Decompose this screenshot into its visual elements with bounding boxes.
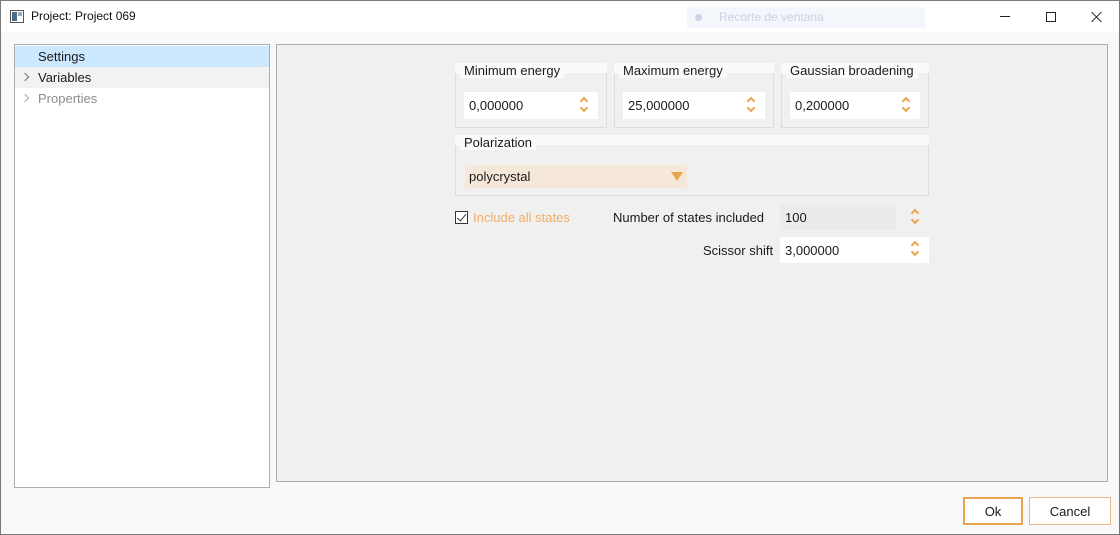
chevron-down-icon[interactable] xyxy=(910,215,920,225)
tree-item-properties[interactable]: Properties xyxy=(15,88,269,109)
dropdown-arrow-icon[interactable] xyxy=(671,172,683,181)
tree-item-settings[interactable]: Settings xyxy=(15,46,269,67)
settings-panel: Minimum energy 0,000000 Maximum energy 2… xyxy=(276,44,1108,482)
window-title: Project: Project 069 xyxy=(31,9,136,23)
spin-arrows[interactable] xyxy=(746,95,757,115)
gaussian-spinbox[interactable]: 0,200000 xyxy=(790,92,920,119)
scissor-shift-label: Scissor shift xyxy=(703,243,774,258)
polarization-value: polycrystal xyxy=(469,169,531,184)
num-states-label: Number of states included xyxy=(613,210,765,225)
maximize-button[interactable] xyxy=(1028,1,1074,32)
spin-arrows[interactable] xyxy=(910,207,921,227)
num-states-value: 100 xyxy=(785,210,807,225)
cancel-button[interactable]: Cancel xyxy=(1029,497,1111,525)
include-all-states-checkbox[interactable] xyxy=(455,211,468,224)
chevron-down-icon[interactable] xyxy=(746,103,756,113)
app-window-icon xyxy=(10,10,24,23)
polarization-dropdown[interactable]: polycrystal xyxy=(465,165,687,188)
navigation-tree: Settings Variables Properties xyxy=(14,44,270,488)
tree-item-label: Settings xyxy=(38,49,85,64)
chevron-down-icon[interactable] xyxy=(579,103,589,113)
minimize-icon xyxy=(1000,16,1010,17)
max-energy-spinbox[interactable]: 25,000000 xyxy=(623,92,765,119)
ghost-overlay-text: Recorte de ventana xyxy=(687,7,925,28)
title-bar[interactable]: Project: Project 069 Recorte de ventana xyxy=(1,1,1119,32)
tree-item-label: Variables xyxy=(38,70,92,85)
close-icon xyxy=(1091,11,1103,23)
min-energy-spinbox[interactable]: 0,000000 xyxy=(464,92,598,119)
chevron-down-icon[interactable] xyxy=(910,247,920,257)
polarization-group: Polarization polycrystal xyxy=(455,135,929,196)
tree-item-variables[interactable]: Variables xyxy=(15,67,269,88)
scissor-shift-value: 3,000000 xyxy=(785,242,840,258)
minimize-button[interactable] xyxy=(982,1,1028,32)
tree-item-label: Properties xyxy=(38,91,98,106)
spin-arrows[interactable] xyxy=(910,239,921,259)
chevron-right-icon[interactable] xyxy=(20,93,30,103)
min-energy-label: Minimum energy xyxy=(460,63,565,78)
max-energy-group: Maximum energy 25,000000 xyxy=(614,63,774,128)
gaussian-group: Gaussian broadening 0,200000 xyxy=(781,63,929,128)
include-all-states-label[interactable]: Include all states xyxy=(473,210,570,225)
min-energy-group: Minimum energy 0,000000 xyxy=(455,63,607,128)
min-energy-value: 0,000000 xyxy=(469,98,524,113)
close-button[interactable] xyxy=(1074,1,1120,32)
chevron-down-icon[interactable] xyxy=(901,103,911,113)
dialog-window: Project: Project 069 Recorte de ventana … xyxy=(0,0,1120,535)
gaussian-label: Gaussian broadening xyxy=(786,63,918,78)
gaussian-value: 0,200000 xyxy=(795,98,850,113)
maximize-icon xyxy=(1046,11,1056,22)
ok-button[interactable]: Ok xyxy=(963,497,1023,525)
spin-arrows[interactable] xyxy=(901,95,912,115)
max-energy-label: Maximum energy xyxy=(619,63,727,78)
chevron-right-icon[interactable] xyxy=(20,72,30,82)
scissor-shift-spinbox[interactable]: 3,000000 xyxy=(780,237,929,263)
spin-arrows[interactable] xyxy=(579,95,590,115)
num-states-spinbox[interactable]: 100 xyxy=(780,205,929,230)
max-energy-value: 25,000000 xyxy=(628,98,690,113)
polarization-label: Polarization xyxy=(460,135,536,150)
